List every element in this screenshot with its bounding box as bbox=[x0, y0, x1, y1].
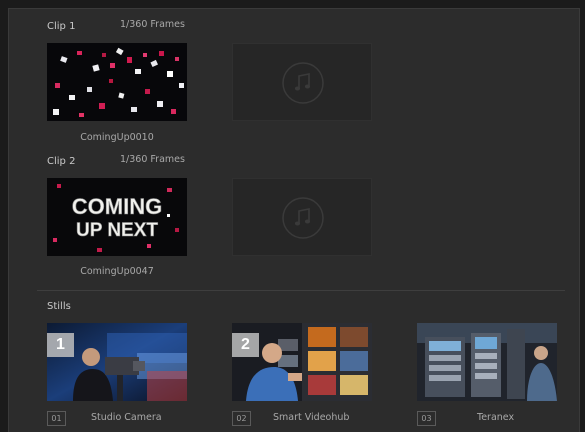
section-divider bbox=[37, 290, 565, 291]
clip-1-caption: ComingUp0010 bbox=[80, 132, 154, 143]
still-2-name: Smart Videohub bbox=[273, 412, 350, 423]
still-1-thumbnail[interactable]: 1 bbox=[47, 323, 187, 401]
still-2-index: 02 bbox=[232, 411, 251, 426]
still-3-index: 03 bbox=[417, 411, 436, 426]
still-3-thumbnail[interactable] bbox=[417, 323, 557, 401]
clip-1-audio-slot[interactable] bbox=[232, 43, 372, 121]
clip-2-thumbnail-image: COMING UP NEXT bbox=[47, 178, 187, 256]
stills-label: Stills bbox=[47, 301, 71, 312]
clip-2-audio-slot[interactable] bbox=[232, 178, 372, 256]
still-3-image bbox=[417, 323, 557, 401]
clip-2-label: Clip 2 bbox=[47, 156, 76, 167]
still-3-name: Teranex bbox=[477, 412, 515, 423]
still-1-name: Studio Camera bbox=[91, 412, 162, 423]
clip-1-video-thumbnail[interactable] bbox=[47, 43, 187, 121]
still-2-thumbnail[interactable]: 2 bbox=[232, 323, 372, 401]
still-1-index: 01 bbox=[47, 411, 66, 426]
clip-1-frame-count: 1/360 Frames bbox=[120, 19, 185, 30]
music-note-icon bbox=[282, 197, 324, 239]
clip-2-frame-count: 1/360 Frames bbox=[120, 154, 185, 165]
still-1-badge: 1 bbox=[47, 333, 74, 357]
clip-1-label: Clip 1 bbox=[47, 21, 76, 32]
music-note-icon bbox=[282, 62, 324, 104]
clip-2-thumb-text-2: UP NEXT bbox=[76, 220, 158, 241]
still-2-badge: 2 bbox=[232, 333, 259, 357]
clip-2-caption: ComingUp0047 bbox=[80, 266, 154, 277]
media-pool-panel: Clip 1 1/360 Frames ComingUp0010 Clip 2 … bbox=[8, 8, 580, 432]
clip-2-thumb-text-1: COMING bbox=[72, 194, 162, 219]
clip-2-video-thumbnail[interactable]: COMING UP NEXT bbox=[47, 178, 187, 256]
clip-1-thumbnail-image bbox=[47, 43, 187, 121]
